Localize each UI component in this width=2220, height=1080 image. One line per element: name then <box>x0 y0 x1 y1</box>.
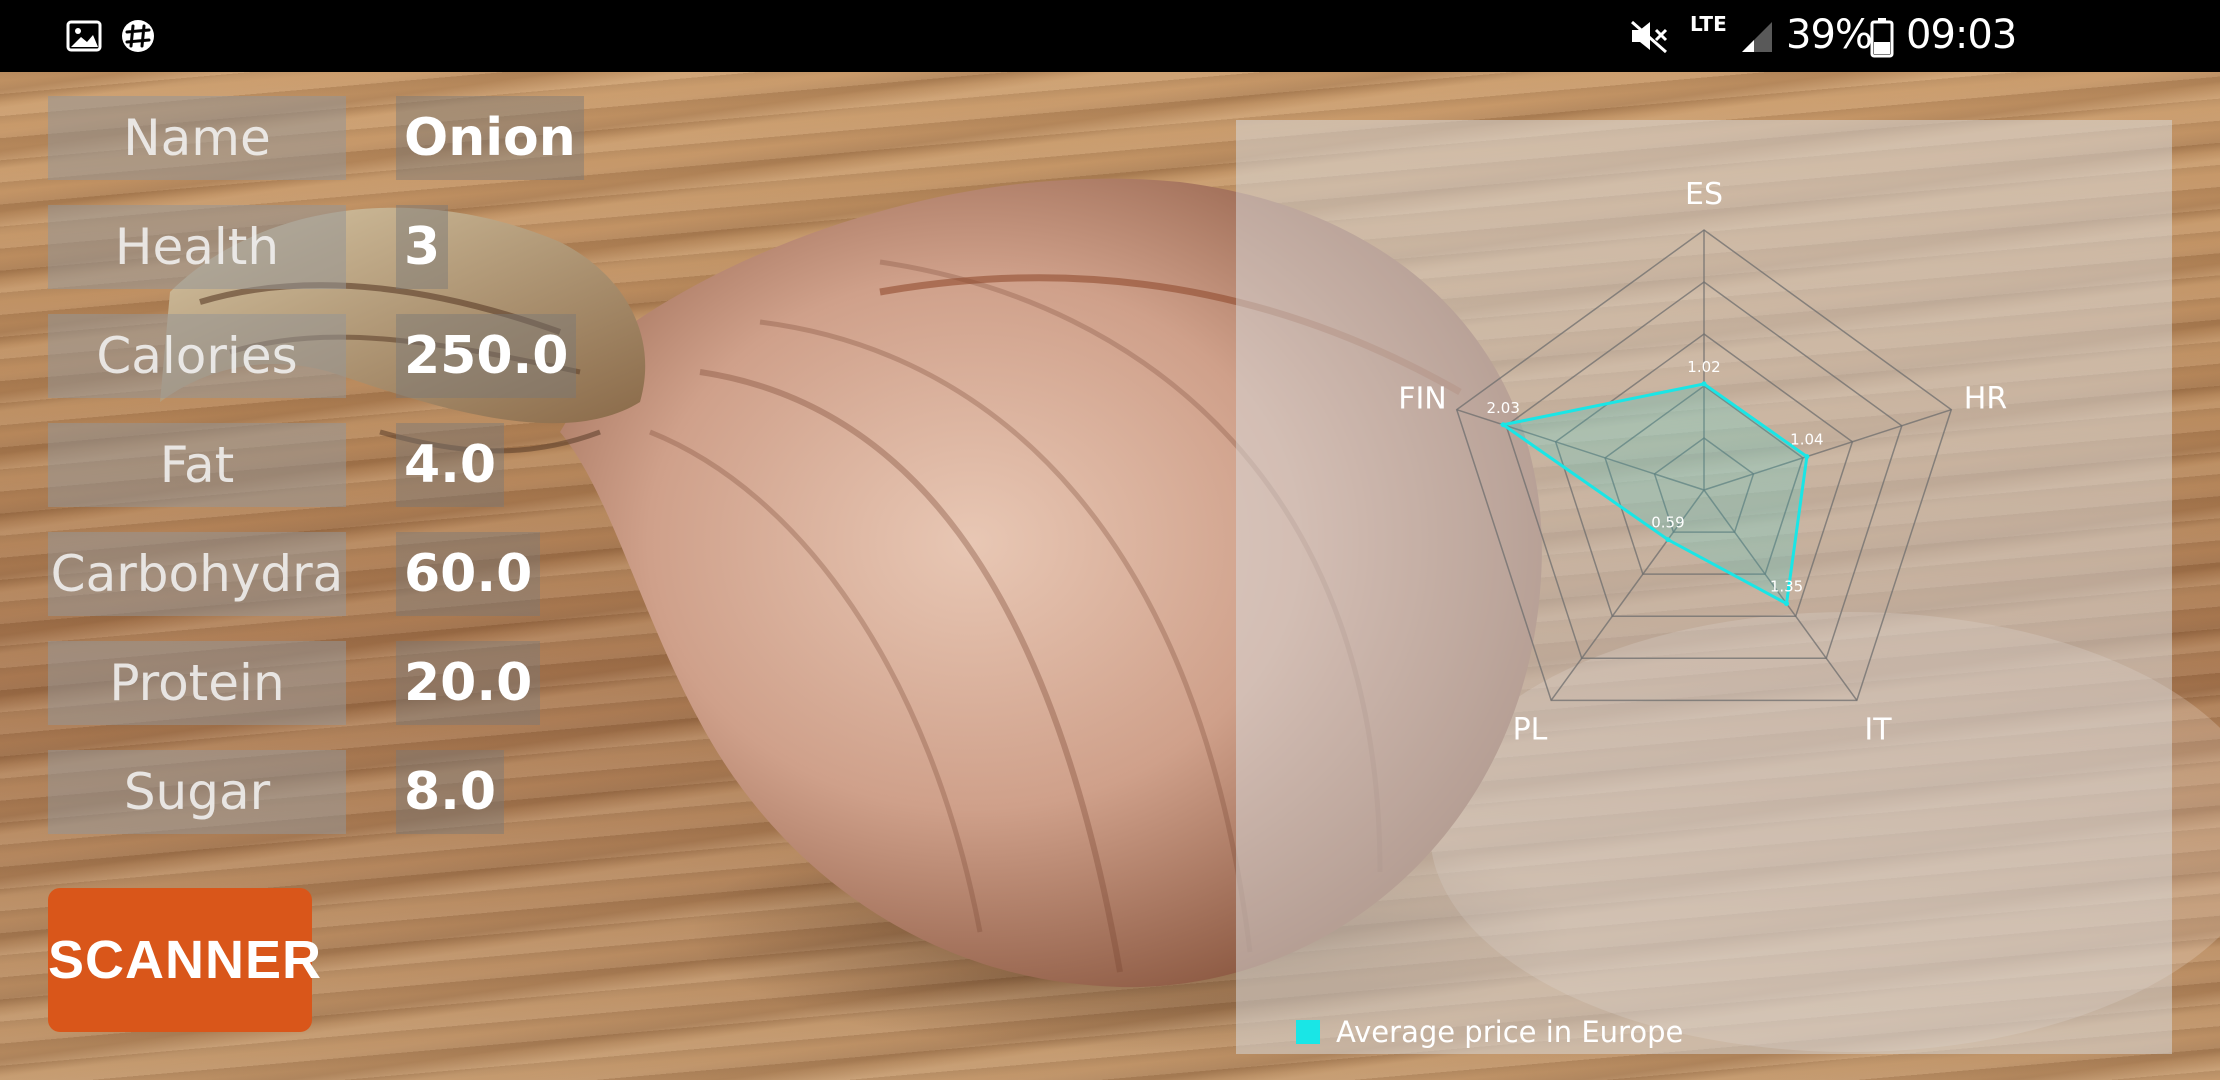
radar-point <box>1804 454 1810 460</box>
label-carbohydrate: Carbohydra <box>48 532 346 616</box>
radar-value-label: 2.03 <box>1487 399 1520 417</box>
radar-value-label: 0.59 <box>1651 514 1684 532</box>
radar-point <box>1500 422 1506 428</box>
battery-percent: 39% <box>1786 12 1873 58</box>
signal-icon <box>1742 22 1772 52</box>
gallery-icon <box>66 20 102 52</box>
radar-point <box>1665 537 1671 543</box>
radar-axis-label: HR <box>1964 382 2007 417</box>
slack-icon <box>122 20 154 52</box>
radar-axis-label: PL <box>1513 712 1548 747</box>
label-calories: Calories <box>48 314 346 398</box>
chart-legend: Average price in Europe <box>1296 1012 1683 1052</box>
value-name: Onion <box>396 96 584 180</box>
radar-axis-label: IT <box>1864 712 1892 747</box>
value-calories: 250.0 <box>396 314 577 398</box>
legend-swatch <box>1296 1020 1320 1044</box>
label-protein: Protein <box>48 641 346 725</box>
label-sugar: Sugar <box>48 750 346 834</box>
label-fat: Fat <box>48 423 346 507</box>
scanner-button[interactable]: SCANNER <box>48 888 321 1032</box>
mute-icon <box>1631 20 1668 54</box>
radar-series-area <box>1499 382 1809 606</box>
legend-label: Average price in Europe <box>1336 1015 1684 1049</box>
value-health: 3 <box>396 205 449 289</box>
clock: 09:03 <box>1906 12 2017 58</box>
radar-axis-label: FIN <box>1398 382 1447 417</box>
radar-chart-svg: 1.02 1.04 1.35 0.59 2.03 ES HR IT PL FIN <box>1398 177 2007 747</box>
radar-point <box>1784 601 1790 607</box>
value-protein: 20.0 <box>396 641 541 725</box>
value-fat: 4.0 <box>396 423 505 507</box>
radar-value-label: 1.02 <box>1687 358 1720 376</box>
value-carbohydrate: 60.0 <box>396 532 541 616</box>
price-radar-chart: 1.02 1.04 1.35 0.59 2.03 ES HR IT PL FIN Average … <box>1236 120 2172 1054</box>
radar-value-label: 1.04 <box>1790 431 1823 449</box>
radar-value-label: 1.35 <box>1770 578 1803 596</box>
radar-point <box>1701 381 1707 387</box>
label-health: Health <box>48 205 346 289</box>
label-name: Name <box>48 96 346 180</box>
value-sugar: 8.0 <box>396 750 505 834</box>
radar-axis-label: ES <box>1685 177 1723 212</box>
battery-icon <box>1870 18 1894 58</box>
network-type: LTE <box>1690 12 1727 36</box>
status-bar: LTE 39% 09:03 <box>0 0 2220 72</box>
